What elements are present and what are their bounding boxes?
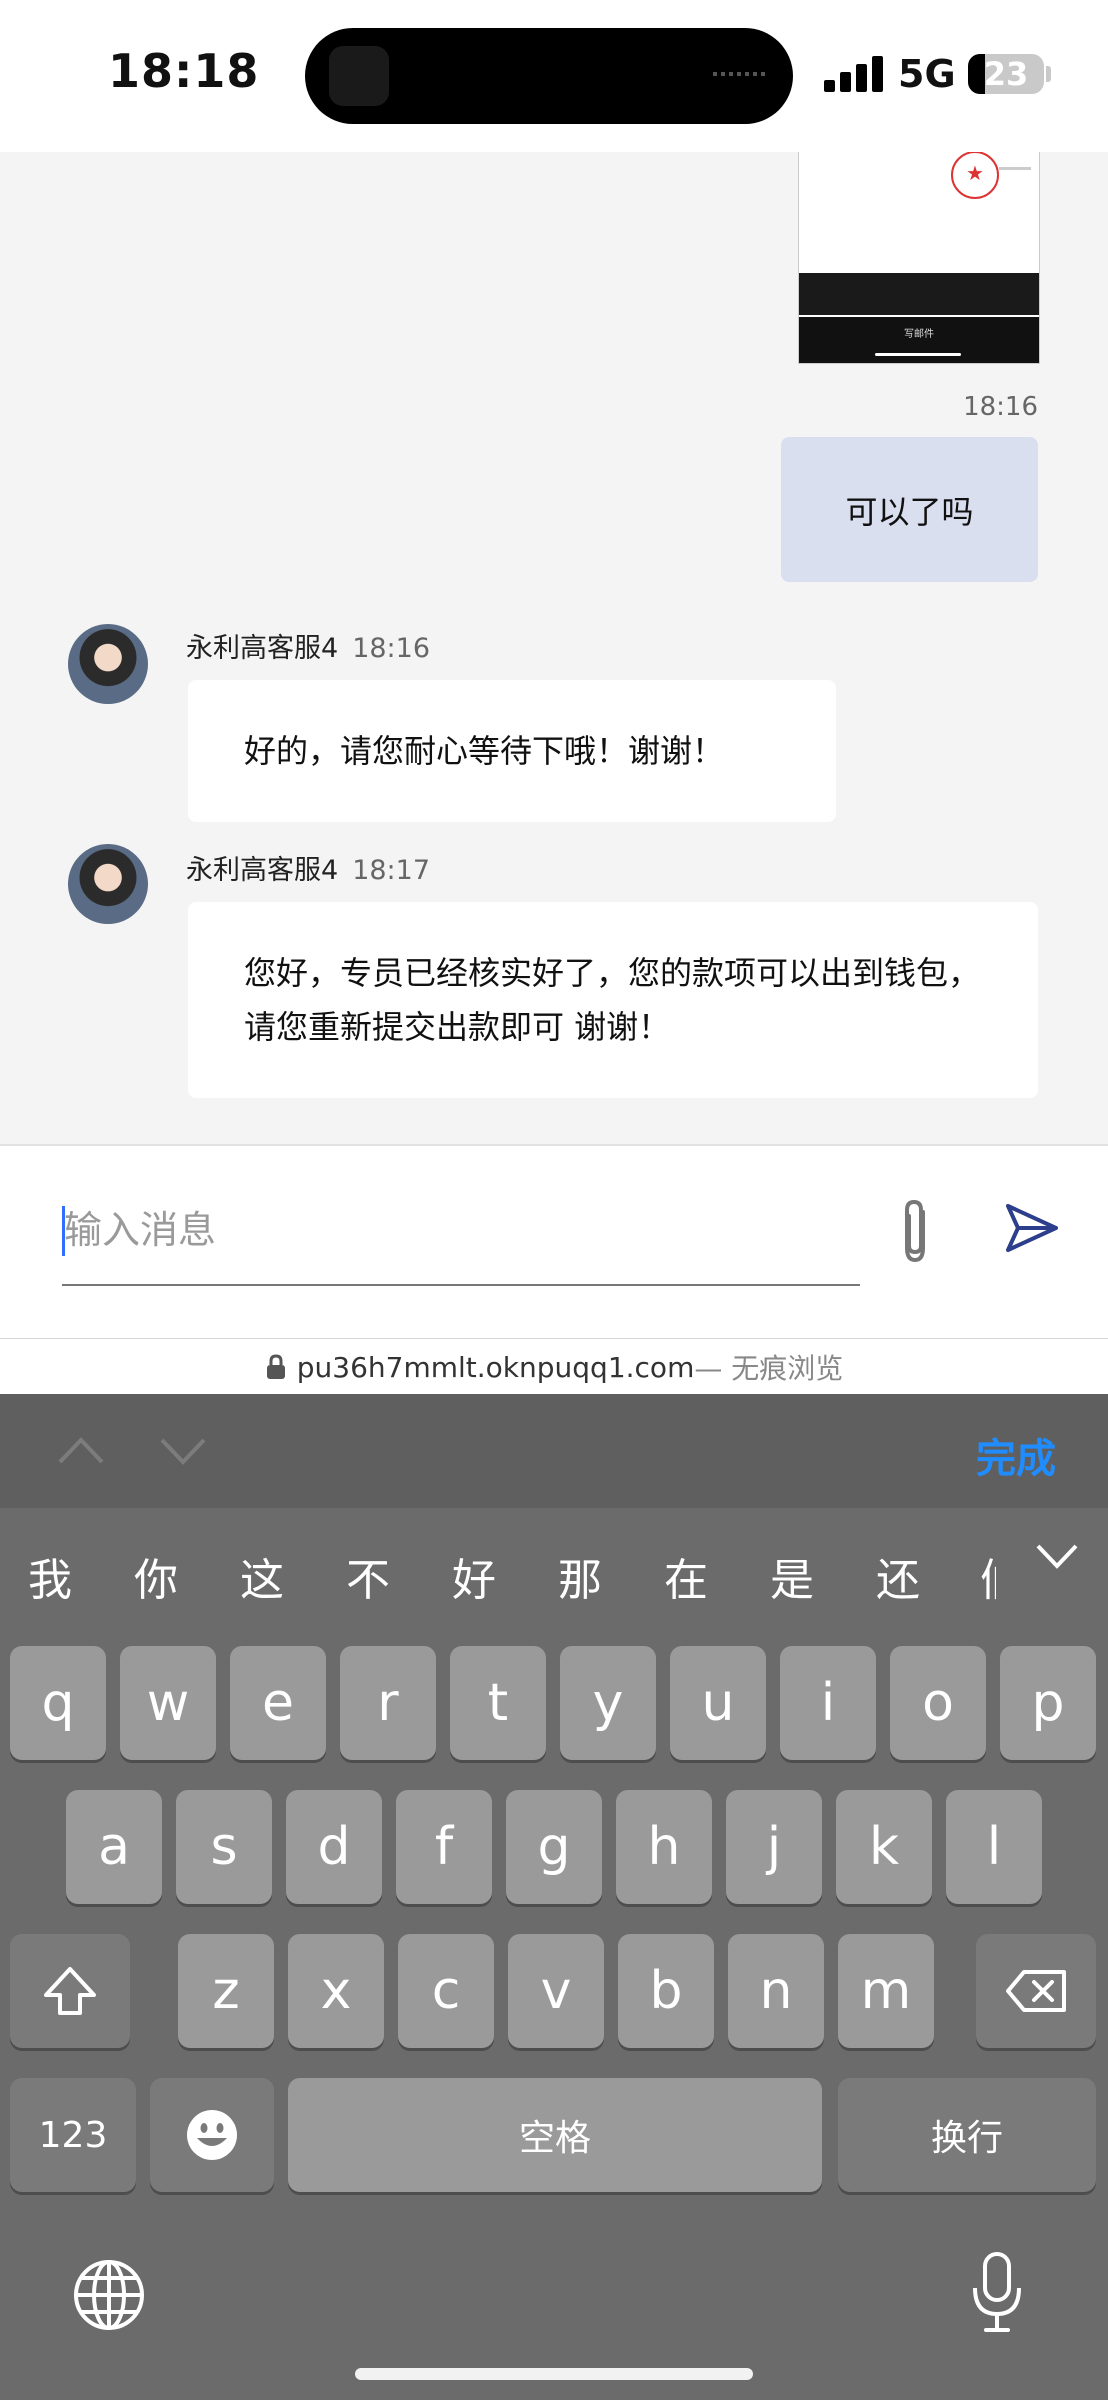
keyboard-toolbar: 完成 (0, 1394, 1108, 1508)
composer (0, 1144, 1108, 1340)
image-dark-bar (799, 273, 1039, 315)
agent-message-bubble[interactable]: 好的，请您耐心等待下哦！谢谢！ (188, 680, 836, 822)
key-y[interactable]: y (560, 1646, 656, 1760)
emoji-key[interactable] (150, 2078, 274, 2192)
return-key[interactable]: 换行 (838, 2078, 1096, 2192)
battery-tip (1046, 66, 1051, 82)
microphone-icon[interactable] (970, 2252, 1024, 2334)
message-time: 18:16 (352, 633, 430, 664)
key-v[interactable]: v (508, 1934, 604, 2048)
key-p[interactable]: p (1000, 1646, 1096, 1760)
dynamic-island (305, 28, 793, 124)
battery-level: 23 (983, 55, 1029, 93)
key-j[interactable]: j (726, 1790, 822, 1904)
key-d[interactable]: d (286, 1790, 382, 1904)
agent-message-text: 您好，专员已经核实好了，您的款项可以出到钱包，请您重新提交出款即可 谢谢！ (244, 954, 981, 1046)
image-caption: 写邮件 (904, 329, 934, 340)
key-o[interactable]: o (890, 1646, 986, 1760)
key-t[interactable]: t (450, 1646, 546, 1760)
key-z[interactable]: z (178, 1934, 274, 2048)
keyboard: 完成 我 你 这 不 好 那 在 是 还 们 q w e r t y u i o… (0, 1394, 1108, 2400)
sender-name: 永利高客服4 (186, 855, 339, 886)
key-g[interactable]: g (506, 1790, 602, 1904)
key-b[interactable]: b (618, 1934, 714, 2048)
lock-icon (266, 1354, 285, 1379)
key-m[interactable]: m (838, 1934, 934, 2048)
message-input[interactable] (62, 1198, 860, 1262)
key-c[interactable]: c (398, 1934, 494, 2048)
paperclip-icon[interactable] (888, 1196, 942, 1270)
chat-area[interactable]: ★ 写邮件 18:16 可以了吗 永利高客服4 18:16 好的，请您耐心等待下哦… (0, 152, 1108, 1144)
candidate-word[interactable]: 在 (664, 1544, 708, 1608)
candidate-word[interactable]: 们 (980, 1544, 996, 1608)
url-bar[interactable]: pu36h7mmlt.oknpuqq1.com — 无痕浏览 (0, 1338, 1108, 1395)
key-e[interactable]: e (230, 1646, 326, 1760)
key-k[interactable]: k (836, 1790, 932, 1904)
chevron-down-icon[interactable] (158, 1432, 208, 1468)
key-n[interactable]: n (728, 1934, 824, 2048)
camera-icon (329, 46, 389, 106)
candidate-word[interactable]: 这 (240, 1544, 284, 1608)
backspace-key[interactable] (976, 1934, 1096, 2048)
battery-icon: 23 (968, 54, 1044, 94)
done-button[interactable]: 完成 (976, 1426, 1056, 1484)
key-r[interactable]: r (340, 1646, 436, 1760)
signal-icon (824, 56, 884, 92)
key-l[interactable]: l (946, 1790, 1042, 1904)
candidate-word[interactable]: 不 (346, 1544, 390, 1608)
stamp-icon: ★ (951, 152, 999, 199)
message-sender: 永利高客服4 18:17 (186, 848, 430, 887)
space-key[interactable]: 空格 (288, 2078, 822, 2192)
candidate-bar: 我 你 这 不 好 那 在 是 还 们 (0, 1508, 1108, 1644)
key-u[interactable]: u (670, 1646, 766, 1760)
stamp-line (999, 167, 1031, 170)
sensor-dots (713, 72, 767, 76)
key-x[interactable]: x (288, 1934, 384, 2048)
status-bar: 18:18 5G 23 (0, 0, 1108, 152)
key-i[interactable]: i (780, 1646, 876, 1760)
sender-name: 永利高客服4 (186, 633, 339, 664)
agent-message-bubble[interactable]: 您好，专员已经核实好了，您的款项可以出到钱包，请您重新提交出款即可 谢谢！ (188, 902, 1038, 1098)
key-w[interactable]: w (120, 1646, 216, 1760)
candidate-word[interactable]: 我 (28, 1544, 72, 1608)
private-mode-label: — 无痕浏览 (694, 1352, 844, 1385)
collapse-candidates-icon[interactable] (1032, 1538, 1082, 1574)
home-indicator[interactable] (355, 2368, 753, 2380)
candidate-word[interactable]: 好 (452, 1544, 496, 1608)
url-domain: pu36h7mmlt.oknpuqq1.com (296, 1350, 695, 1384)
globe-icon[interactable] (72, 2258, 146, 2332)
key-h[interactable]: h (616, 1790, 712, 1904)
numbers-key[interactable]: 123 (10, 2078, 136, 2192)
image-message[interactable]: ★ 写邮件 (798, 152, 1040, 364)
text-caret (62, 1206, 65, 1256)
emoji-icon (187, 2110, 237, 2160)
image-bottom-bar: 写邮件 (799, 317, 1039, 363)
key-f[interactable]: f (396, 1790, 492, 1904)
backspace-icon (1006, 1970, 1066, 2012)
shift-icon (44, 1967, 96, 2015)
status-time: 18:18 (108, 44, 260, 98)
message-sender: 永利高客服4 18:16 (186, 626, 430, 665)
send-icon[interactable] (1002, 1198, 1062, 1258)
key-q[interactable]: q (10, 1646, 106, 1760)
network-type: 5G (898, 52, 956, 96)
key-s[interactable]: s (176, 1790, 272, 1904)
candidate-word[interactable]: 是 (770, 1544, 814, 1608)
agent-avatar[interactable] (68, 624, 148, 704)
message-time: 18:17 (352, 855, 430, 886)
image-home-indicator (875, 353, 961, 356)
candidate-word[interactable]: 你 (134, 1544, 178, 1608)
chevron-up-icon[interactable] (56, 1432, 106, 1468)
my-message-bubble[interactable]: 可以了吗 (781, 437, 1038, 582)
candidate-word[interactable]: 那 (558, 1544, 602, 1608)
agent-message-text: 好的，请您耐心等待下哦！谢谢！ (244, 732, 725, 770)
my-message-time: 18:16 (963, 392, 1038, 422)
agent-avatar[interactable] (68, 844, 148, 924)
key-a[interactable]: a (66, 1790, 162, 1904)
my-message-text: 可以了吗 (845, 492, 974, 531)
input-underline (62, 1284, 860, 1286)
candidate-word[interactable]: 还 (876, 1544, 920, 1608)
shift-key[interactable] (10, 1934, 130, 2048)
